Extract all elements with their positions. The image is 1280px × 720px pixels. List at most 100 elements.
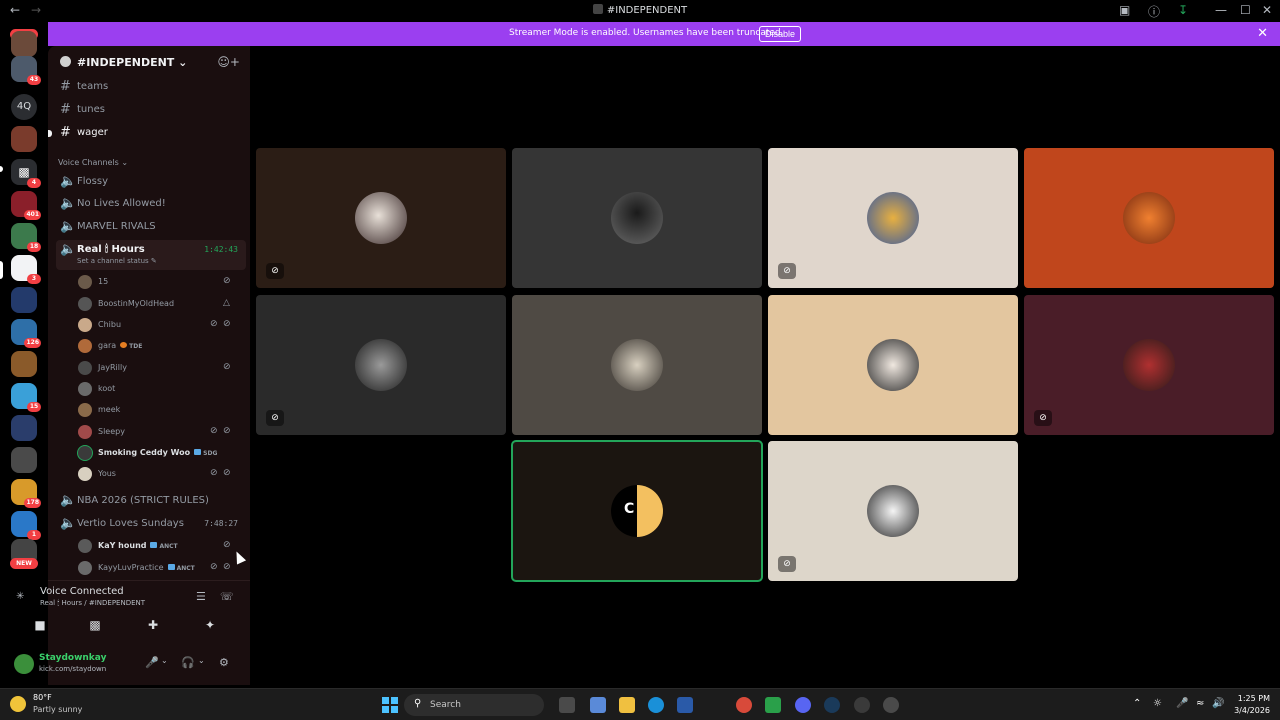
video-tile[interactable] (1024, 148, 1274, 288)
voice-user[interactable]: KayyLuvPractice ANCT ⊘ ⊘ (76, 558, 240, 578)
voice-channel-no-lives[interactable]: 🔈 No Lives Allowed! (56, 194, 246, 214)
signal-icon[interactable]: ✳ (16, 591, 24, 602)
minimize-icon[interactable]: — (1215, 3, 1227, 17)
video-tile[interactable]: ⊘ (768, 441, 1018, 581)
video-tile[interactable]: ⊘ (768, 148, 1018, 288)
channel-wager[interactable]: # wager (48, 123, 246, 143)
file-explorer-icon[interactable] (619, 697, 635, 713)
participant-avatar (355, 192, 407, 244)
voice-user[interactable]: 15 ⊘ (76, 272, 240, 292)
server-icon[interactable]: 3 (11, 255, 41, 284)
video-tile[interactable]: ⊘ (256, 148, 506, 288)
server-4q[interactable]: 4Q (11, 94, 37, 120)
edge-icon[interactable] (648, 697, 664, 713)
video-tile[interactable]: ⊘ (256, 295, 506, 435)
voice-user[interactable]: Yous ⊘ ⊘ (76, 464, 240, 484)
screen-share-icon[interactable]: ▩ (75, 618, 115, 638)
voice-channel-vertio[interactable]: 🔈 Vertio Loves Sundays 7:48:27 (56, 514, 246, 534)
weather-temp[interactable]: 80°F (33, 693, 52, 702)
server-icon[interactable] (11, 126, 37, 152)
wifi-icon[interactable]: ≈ (1196, 698, 1204, 709)
twitch-server-icon[interactable]: ▩ 4 (11, 159, 41, 188)
headphones-deafened-icon: ⊘ (223, 468, 231, 478)
server-icon[interactable]: 178 (11, 479, 41, 508)
microphone-icon[interactable]: 🎤 (1176, 698, 1188, 709)
help-icon[interactable]: ⓘ (1148, 3, 1160, 20)
voice-category[interactable]: Voice Channels ⌄ (58, 158, 128, 167)
gear-icon[interactable]: ⚙ (219, 656, 229, 669)
inbox-icon[interactable]: ▣ (1119, 3, 1130, 17)
discord-icon[interactable] (795, 697, 811, 713)
close-icon[interactable]: ✕ (1257, 26, 1268, 41)
voice-user[interactable]: koot (76, 379, 240, 399)
video-tile[interactable] (512, 295, 762, 435)
windows-start-icon[interactable] (382, 697, 398, 713)
video-tile[interactable] (768, 295, 1018, 435)
clock-date[interactable]: 3/4/2026 (1226, 706, 1270, 715)
task-view-icon[interactable] (559, 697, 575, 713)
server-icon[interactable] (11, 287, 37, 313)
chevron-down-icon[interactable]: ⌄ (198, 656, 205, 665)
server-icon[interactable]: 401 (11, 191, 41, 220)
camera-off-icon[interactable]: ■ (20, 618, 60, 638)
server-icon[interactable] (11, 415, 37, 441)
channel-status[interactable]: Set a channel status ✎ (77, 257, 157, 265)
obs-icon[interactable] (854, 697, 870, 713)
app-icon[interactable] (883, 697, 899, 713)
server-icon[interactable] (11, 447, 37, 473)
voice-status-title[interactable]: Voice Connected (40, 586, 124, 597)
chevron-up-icon[interactable]: ⌃ (1133, 698, 1141, 709)
taskbar-search[interactable]: ⚲ Search (404, 694, 544, 716)
guild-header[interactable]: #INDEPENDENT ⌄ ☺+ (48, 46, 250, 78)
voice-status-subtitle[interactable]: Real 🕯 Hours / #INDEPENDENT (40, 599, 145, 608)
channel-teams[interactable]: # teams (56, 77, 246, 97)
server-icon[interactable] (11, 31, 37, 57)
server-icon[interactable]: 18 (11, 223, 41, 252)
copilot-icon[interactable] (590, 697, 606, 713)
user-avatar[interactable] (14, 654, 34, 674)
voice-user[interactable]: Smoking Ceddy Woo SDG (76, 443, 240, 463)
video-tile[interactable]: ⊘ (1024, 295, 1274, 435)
voice-channel-real-hours[interactable]: 🔈 Real 🕯 Hours 1:42:43 Set a channel sta… (56, 240, 246, 270)
chrome-icon[interactable] (736, 697, 752, 713)
soundboard-icon[interactable]: ✦ (190, 618, 230, 638)
clock-time[interactable]: 1:25 PM (1232, 694, 1270, 703)
voice-user[interactable]: meek (76, 400, 240, 420)
server-icon[interactable]: 126 (11, 319, 41, 348)
voice-user[interactable]: JayRilly ⊘ (76, 358, 240, 378)
voice-user[interactable]: BoostinMyOldHead △ (76, 294, 240, 314)
server-icon[interactable]: 1 (11, 511, 41, 540)
voice-channel-nba[interactable]: 🔈 NBA 2026 (STRICT RULES) (56, 491, 246, 511)
noise-suppression-icon[interactable]: ☰ (196, 590, 206, 603)
store-icon[interactable] (677, 697, 693, 713)
microphone-icon[interactable]: 🎤 (145, 656, 159, 669)
activities-icon[interactable]: ✚ (133, 618, 173, 638)
invite-people-icon[interactable]: ☺+ (217, 55, 240, 69)
weather-condition[interactable]: Partly sunny (33, 705, 82, 714)
video-tile[interactable] (512, 148, 762, 288)
steam-icon[interactable] (824, 697, 840, 713)
channel-tunes[interactable]: # tunes (56, 100, 246, 120)
voice-user[interactable]: gara TDE (76, 336, 240, 356)
video-tile-speaking[interactable]: C (511, 440, 763, 582)
voice-user[interactable]: KaY hound ANCT ⊘ (76, 536, 240, 556)
headphones-icon[interactable]: 🎧 (181, 656, 195, 669)
voice-channel-marvel[interactable]: 🔈 MARVEL RIVALS (56, 217, 246, 237)
volume-icon[interactable]: 🔊 (1212, 698, 1224, 709)
maximize-icon[interactable]: ☐ (1240, 3, 1251, 17)
weather-icon[interactable] (10, 696, 26, 712)
server-icon[interactable]: 15 (11, 383, 41, 412)
server-icon[interactable] (11, 351, 37, 377)
server-icon[interactable]: 43 (11, 56, 41, 85)
disable-button[interactable]: Disable (759, 26, 801, 42)
voice-user[interactable]: Sleepy ⊘ ⊘ (76, 422, 240, 442)
chevron-down-icon[interactable]: ⌄ (161, 656, 168, 665)
user-name[interactable]: Staydownkay (39, 653, 106, 663)
voice-channel-flossy[interactable]: 🔈 Flossy (56, 172, 246, 192)
disconnect-icon[interactable]: ☏ (220, 590, 234, 603)
download-icon[interactable]: ↧ (1178, 3, 1188, 17)
close-window-icon[interactable]: ✕ (1262, 3, 1272, 17)
voice-user[interactable]: Chibu ⊘ ⊘ (76, 315, 240, 335)
network-icon[interactable]: ☼ (1153, 698, 1162, 709)
app-icon[interactable] (765, 697, 781, 713)
